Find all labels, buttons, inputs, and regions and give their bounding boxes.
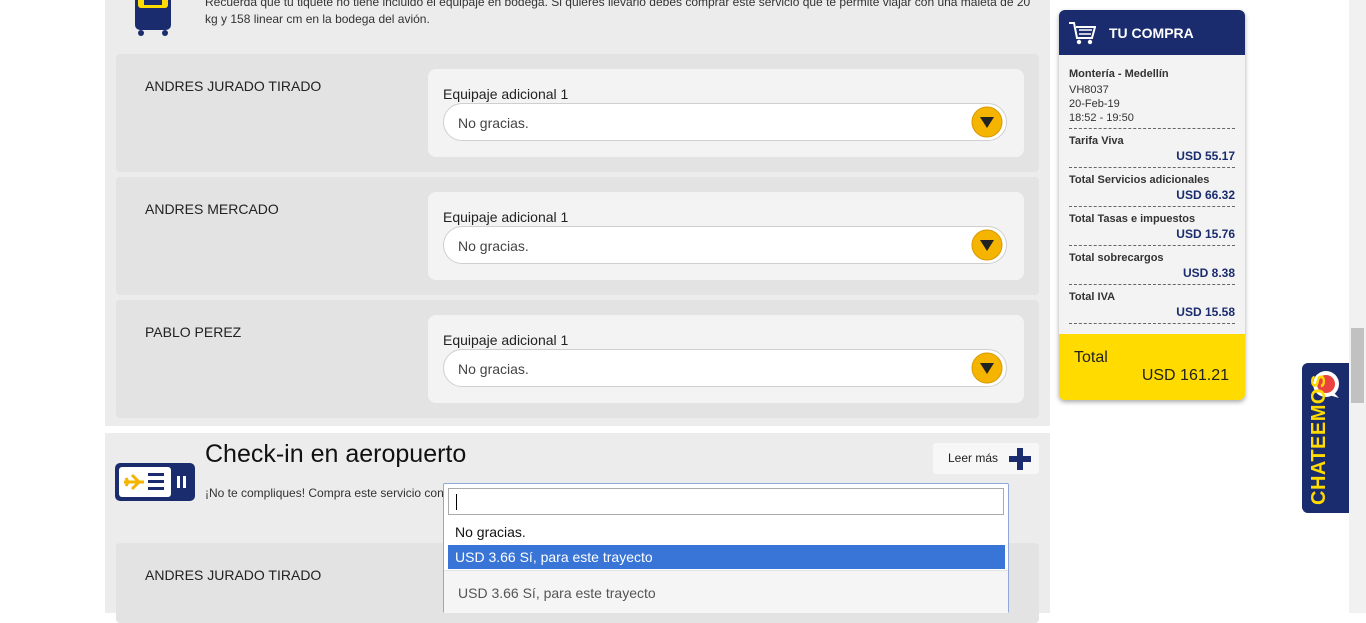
flight-date: 20-Feb-19	[1069, 98, 1120, 110]
select-value: No gracias.	[458, 115, 529, 131]
cart-line-value: USD 55.17	[1176, 149, 1235, 163]
text-caret	[456, 494, 457, 510]
total-label: Total	[1074, 349, 1108, 366]
chat-widget-button[interactable]: CHATEEMOS	[1302, 363, 1349, 513]
baggage-selector-panel: Equipaje adicional 1 No gracias.	[428, 315, 1024, 403]
baggage-label: Equipaje adicional 1	[443, 209, 569, 225]
chevron-down-icon[interactable]	[971, 229, 1003, 261]
baggage-selector-panel: Equipaje adicional 1 No gracias.	[428, 69, 1024, 157]
purchase-summary-header: TU COMPRA	[1059, 10, 1245, 55]
shopping-cart-icon	[1069, 22, 1096, 45]
read-more-button[interactable]: Leer más	[933, 443, 1039, 474]
chevron-down-icon[interactable]	[971, 352, 1003, 384]
divider	[1069, 206, 1235, 207]
divider	[1069, 284, 1235, 285]
passenger-name: ANDRES JURADO TIRADO	[145, 78, 322, 94]
boarding-pass-icon	[115, 463, 195, 501]
checkin-select-current[interactable]: USD 3.66 Sí, para este trayecto	[444, 570, 1008, 613]
passenger-card: ANDRES JURADO TIRADO Equipaje adicional …	[116, 54, 1039, 172]
passenger-card: ANDRES MERCADO Equipaje adicional 1 No g…	[116, 177, 1039, 295]
purchase-summary: TU COMPRA Montería - Medellín VH8037 20-…	[1059, 10, 1245, 400]
dropdown-option-highlighted[interactable]: USD 3.66 Sí, para este trayecto	[448, 545, 1005, 569]
cart-line-value: USD 66.32	[1176, 188, 1235, 202]
total-box: Total USD 161.21	[1059, 334, 1245, 400]
divider	[1069, 245, 1235, 246]
divider	[1069, 128, 1235, 129]
divider	[1069, 167, 1235, 168]
cart-line-label: Total Tasas e impuestos	[1069, 213, 1196, 225]
passenger-card: PABLO PEREZ Equipaje adicional 1 No grac…	[116, 300, 1039, 418]
checkin-dropdown[interactable]: No gracias. USD 3.66 Sí, para este traye…	[443, 483, 1009, 613]
cart-line-label: Total sobrecargos	[1069, 252, 1164, 264]
checkin-title: Check-in en aeropuerto	[205, 440, 467, 468]
cart-line-label: Total IVA	[1069, 291, 1116, 303]
page-scrollbar[interactable]	[1349, 0, 1366, 613]
select-value: No gracias.	[458, 361, 529, 377]
flight-time: 18:52 - 19:50	[1069, 112, 1134, 124]
cart-line-value: USD 15.76	[1176, 227, 1235, 241]
flight-route: Montería - Medellín	[1069, 68, 1169, 80]
scrollbar-thumb[interactable]	[1351, 328, 1364, 403]
cart-line-label: Tarifa Viva	[1069, 135, 1124, 147]
baggage-selector-panel: Equipaje adicional 1 No gracias.	[428, 192, 1024, 280]
passenger-name: ANDRES JURADO TIRADO	[145, 567, 322, 583]
baggage-label: Equipaje adicional 1	[443, 332, 569, 348]
purchase-summary-title: TU COMPRA	[1109, 25, 1194, 41]
suitcase-20kg-icon	[135, 0, 171, 36]
select-value: USD 3.66 Sí, para este trayecto	[458, 585, 656, 601]
passenger-name: ANDRES MERCADO	[145, 201, 279, 217]
baggage-select[interactable]: No gracias.	[443, 103, 1007, 141]
cart-line-value: USD 15.58	[1176, 305, 1235, 319]
cart-line-label: Total Servicios adicionales	[1069, 174, 1210, 186]
chevron-down-icon[interactable]	[971, 106, 1003, 138]
select-value: No gracias.	[458, 238, 529, 254]
dropdown-option[interactable]: No gracias.	[448, 520, 1005, 544]
cart-line-value: USD 8.38	[1182, 266, 1235, 280]
divider	[1069, 323, 1235, 324]
chat-label: CHATEEMOS	[1308, 374, 1330, 505]
dropdown-search-input[interactable]	[448, 488, 1004, 515]
read-more-label: Leer más	[948, 451, 999, 465]
total-value: USD 161.21	[1141, 367, 1229, 384]
baggage-select[interactable]: No gracias.	[443, 349, 1007, 387]
plus-icon	[1009, 448, 1031, 470]
baggage-note: Recuerda que tu tiquete no tiene incluid…	[205, 0, 1031, 26]
baggage-select[interactable]: No gracias.	[443, 226, 1007, 264]
passenger-name: PABLO PEREZ	[145, 324, 242, 340]
flight-number: VH8037	[1069, 84, 1109, 96]
baggage-label: Equipaje adicional 1	[443, 86, 569, 102]
